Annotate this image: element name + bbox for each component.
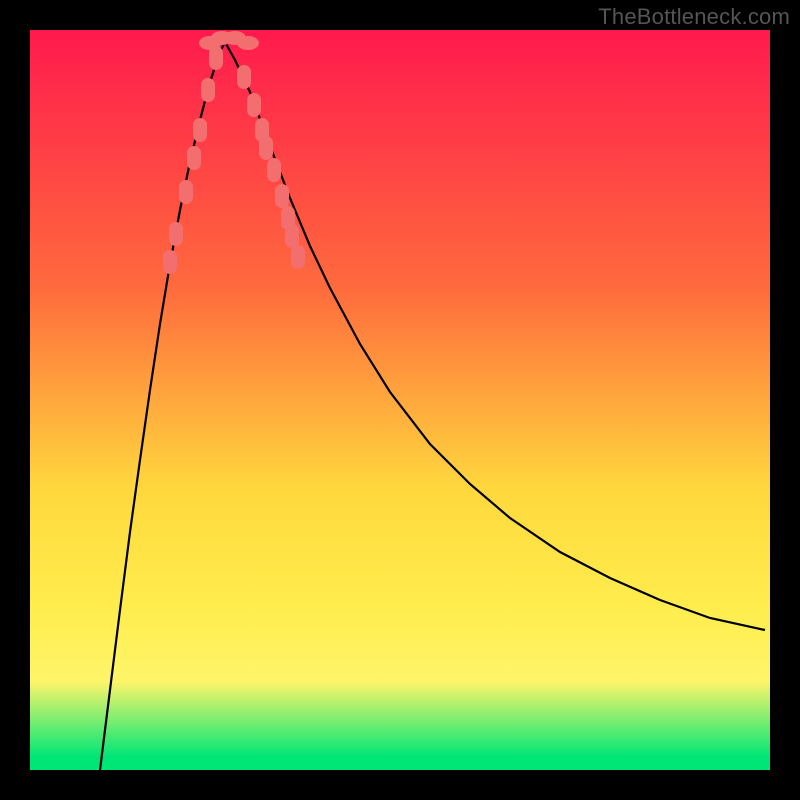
chart-frame: TheBottleneck.com — [0, 0, 800, 800]
marker-left-markers-4 — [193, 118, 207, 142]
marker-left-markers-1 — [169, 222, 183, 246]
marker-left-markers-0 — [163, 250, 177, 274]
marker-right-markers-5 — [275, 184, 289, 208]
marker-right-markers-3 — [259, 136, 273, 160]
marker-right-markers-4 — [267, 158, 281, 182]
watermark-text: TheBottleneck.com — [598, 4, 790, 30]
marker-left-markers-2 — [179, 180, 193, 204]
marker-right-markers-0 — [237, 65, 251, 89]
plot-area — [30, 30, 770, 770]
marker-bottom-markers-3 — [237, 36, 259, 50]
curve-svg — [30, 30, 770, 770]
marker-left-markers-3 — [187, 146, 201, 170]
marker-right-markers-7 — [285, 224, 299, 248]
curve-left-arm — [100, 42, 225, 770]
marker-left-markers-5 — [201, 78, 215, 102]
marker-right-markers-1 — [247, 93, 261, 117]
marker-right-markers-8 — [291, 245, 305, 269]
curve-right-arm — [225, 42, 765, 630]
